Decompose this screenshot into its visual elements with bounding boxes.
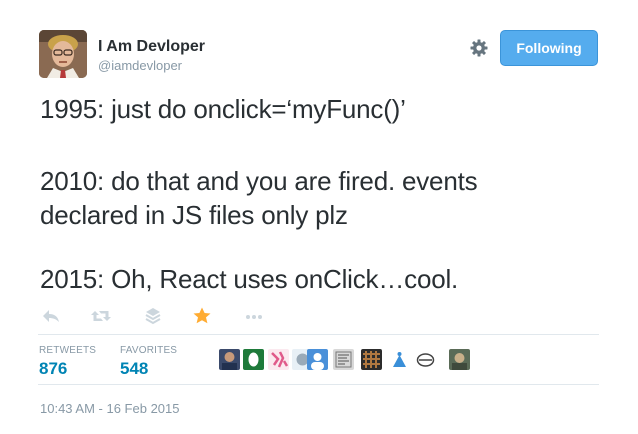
favorites-label[interactable]: FAVORITES	[120, 345, 177, 356]
tweet-text-line: 1995: just do onclick=‘myFunc()’	[40, 94, 406, 124]
retweet-icon[interactable]	[90, 306, 112, 326]
favoriter-avatar[interactable]	[243, 349, 264, 370]
divider	[38, 334, 599, 335]
favoriter-avatar[interactable]	[307, 349, 328, 370]
reply-icon[interactable]	[40, 306, 62, 326]
favoriter-avatar[interactable]	[333, 349, 354, 370]
author-handle[interactable]: @iamdevloper	[98, 58, 182, 73]
favoriter-avatar[interactable]	[389, 349, 410, 370]
stack-icon[interactable]	[142, 306, 164, 326]
following-button[interactable]: Following	[500, 30, 598, 66]
tweet-text-line: 2015: Oh, React uses onClick…cool.	[40, 264, 459, 294]
tweet-timestamp[interactable]: 10:43 AM - 16 Feb 2015	[40, 401, 179, 416]
favoriter-avatar[interactable]	[361, 349, 382, 370]
favoriter-avatar[interactable]	[449, 349, 470, 370]
tweet-card: I Am Devloper @iamdevloper Following 199…	[0, 0, 638, 434]
favorites-count[interactable]: 548	[120, 359, 148, 379]
author-display-name[interactable]: I Am Devloper	[98, 38, 205, 56]
tweet-text-line: 2010: do that and you are fired. events	[40, 166, 478, 196]
favoriter-avatar[interactable]	[268, 349, 289, 370]
favorite-star-icon[interactable]	[191, 306, 213, 326]
divider	[38, 384, 599, 385]
retweets-count[interactable]: 876	[39, 359, 67, 379]
tweet-text-line: declared in JS files only plz	[40, 200, 348, 230]
favoriter-avatar[interactable]	[219, 349, 240, 370]
author-avatar[interactable]	[39, 30, 87, 78]
gear-icon[interactable]	[469, 38, 489, 58]
retweets-label[interactable]: RETWEETS	[39, 345, 96, 356]
more-icon[interactable]	[243, 306, 265, 326]
favoriter-avatar[interactable]	[415, 349, 436, 370]
